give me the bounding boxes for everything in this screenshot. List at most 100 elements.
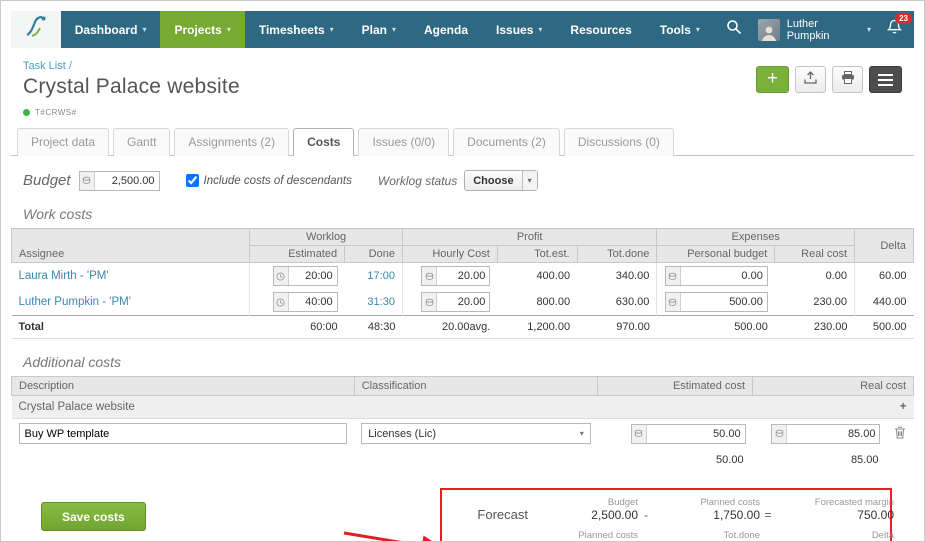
total-row: Total 60:00 48:30 20.00avg. 1,200.00 970… xyxy=(11,315,914,339)
col-header-estimated: Estimated xyxy=(249,245,346,263)
include-descendants-checkbox[interactable] xyxy=(185,174,199,187)
add-button[interactable]: + xyxy=(756,66,789,93)
total-done: 48:30 xyxy=(344,315,403,339)
nav-item-resources[interactable]: Resources xyxy=(556,11,645,48)
done-time-link[interactable]: 31:30 xyxy=(367,296,395,308)
chevron-down-icon: ▾ xyxy=(521,171,537,190)
estimated-input[interactable] xyxy=(288,293,337,311)
add-cost-button[interactable]: + xyxy=(887,395,914,419)
breadcrumb[interactable]: Task List / xyxy=(23,60,240,72)
hourly-cost-input[interactable] xyxy=(437,293,490,311)
notification-badge: 23 xyxy=(895,12,912,24)
classification-select[interactable]: Licenses (Lic) ▾ xyxy=(361,423,591,444)
task-code: T#CRWS# xyxy=(35,108,77,117)
chevron-down-icon: ▾ xyxy=(866,25,871,34)
total-personal-budget: 500.00 xyxy=(656,315,775,339)
total-tot-done: 970.00 xyxy=(577,315,657,339)
delete-cost-button[interactable] xyxy=(887,419,913,449)
nav-item-label: Plan xyxy=(361,22,387,37)
table-row: Licenses (Lic) ▾ xyxy=(12,419,914,449)
cost-totals-row: 50.00 85.00 xyxy=(12,448,914,472)
tab-discussions[interactable]: Discussions (0) xyxy=(563,128,674,156)
worklog-status-value: Choose xyxy=(473,174,514,187)
tot-done-value: 630.00 xyxy=(577,289,658,316)
currency-icon[interactable] xyxy=(631,424,647,443)
currency-icon[interactable] xyxy=(422,293,438,311)
currency-icon[interactable] xyxy=(665,267,681,285)
user-menu[interactable]: Luther Pumpkin ▾ xyxy=(787,18,871,42)
currency-icon[interactable] xyxy=(772,424,788,443)
export-button[interactable] xyxy=(795,66,826,93)
clock-icon[interactable] xyxy=(273,293,289,311)
tab-assignments[interactable]: Assignments (2) xyxy=(174,128,290,156)
budget-input[interactable] xyxy=(94,171,159,190)
search-icon xyxy=(726,19,742,40)
col-header-tot-est: Tot.est. xyxy=(496,245,578,263)
assignee-link[interactable]: Luther Pumpkin - 'PM' xyxy=(19,296,131,308)
menu-button[interactable] xyxy=(869,66,902,93)
status-dot-icon xyxy=(23,109,30,116)
personal-budget-input[interactable] xyxy=(680,293,767,311)
nav-item-projects[interactable]: Projects ▾ xyxy=(160,11,245,48)
chevron-down-icon: ▾ xyxy=(142,25,147,34)
trash-icon xyxy=(894,426,906,442)
tab-documents[interactable]: Documents (2) xyxy=(453,128,560,156)
header-actions: + xyxy=(756,66,902,99)
logo-icon xyxy=(23,15,49,44)
tab-gantt[interactable]: Gantt xyxy=(113,128,171,156)
print-button[interactable] xyxy=(832,66,863,93)
currency-icon[interactable] xyxy=(79,171,95,190)
estimated-input[interactable] xyxy=(288,267,337,285)
tot-est-value: 800.00 xyxy=(536,296,571,308)
assignee-link[interactable]: Laura Mirth - 'PM' xyxy=(19,270,109,282)
nav-item-agenda[interactable]: Agenda xyxy=(410,11,482,48)
nav-item-issues[interactable]: Issues ▾ xyxy=(482,11,556,48)
col-header-personal-budget: Personal budget xyxy=(656,245,776,263)
personal-budget-input[interactable] xyxy=(680,267,767,285)
bottom-section: Save costs Forecast Budget 2,500.00 - Pla… xyxy=(11,488,914,541)
total-label: Total xyxy=(11,315,250,339)
notifications-button[interactable]: 23 xyxy=(886,12,912,41)
nav-item-plan[interactable]: Plan ▾ xyxy=(348,11,410,48)
clock-icon[interactable] xyxy=(273,267,289,285)
worklog-status-select[interactable]: Choose ▾ xyxy=(464,170,538,191)
hourly-cost-input[interactable] xyxy=(437,267,490,285)
col-header-real-cost: Real cost xyxy=(774,245,856,263)
search-button[interactable] xyxy=(714,19,754,40)
nav-item-dashboard[interactable]: Dashboard ▾ xyxy=(61,11,161,48)
summary-col-label: Budget xyxy=(607,497,638,508)
summary-col-label: Planned costs xyxy=(578,530,638,541)
summary-col-label: Forecasted margin xyxy=(814,497,894,508)
tab-project-data[interactable]: Project data xyxy=(17,128,110,156)
nav-item-tools[interactable]: Tools ▾ xyxy=(646,11,714,48)
app-logo[interactable] xyxy=(11,11,61,48)
table-row: Laura Mirth - 'PM' 17:00 400.00 340.00 0… xyxy=(12,262,914,289)
tab-issues[interactable]: Issues (0/0) xyxy=(358,128,450,156)
save-costs-button[interactable]: Save costs xyxy=(41,502,146,531)
total-delta: 500.00 xyxy=(854,315,914,339)
col-group-expenses: Expenses xyxy=(656,228,856,246)
nav-item-label: Dashboard xyxy=(74,22,138,37)
col-header-classification: Classification xyxy=(353,376,599,396)
tab-bar: Project data Gantt Assignments (2) Costs… xyxy=(11,127,914,156)
chevron-down-icon: ▾ xyxy=(226,25,231,34)
nav-item-label: Timesheets xyxy=(258,22,325,37)
delta-value: 440.00 xyxy=(854,289,914,316)
tab-costs[interactable]: Costs xyxy=(293,128,355,156)
cost-description-input[interactable] xyxy=(18,423,348,444)
user-avatar[interactable] xyxy=(757,18,780,41)
col-header-delta: Delta xyxy=(854,228,914,263)
printer-icon xyxy=(841,70,855,89)
currency-icon[interactable] xyxy=(665,293,681,311)
chevron-down-icon: ▾ xyxy=(538,25,543,34)
estimated-cost-total: 50.00 xyxy=(716,454,744,466)
summary-col-label: Planned costs xyxy=(700,497,760,508)
done-time-link[interactable]: 17:00 xyxy=(367,270,395,282)
estimated-cost-input[interactable] xyxy=(646,424,745,443)
summary-col-label: Delta xyxy=(871,530,894,541)
currency-icon[interactable] xyxy=(422,267,438,285)
total-hourly: 20.00avg. xyxy=(402,315,498,339)
minus-sign: - xyxy=(644,508,648,522)
real-cost-input[interactable] xyxy=(787,424,880,443)
nav-item-timesheets[interactable]: Timesheets ▾ xyxy=(245,11,348,48)
